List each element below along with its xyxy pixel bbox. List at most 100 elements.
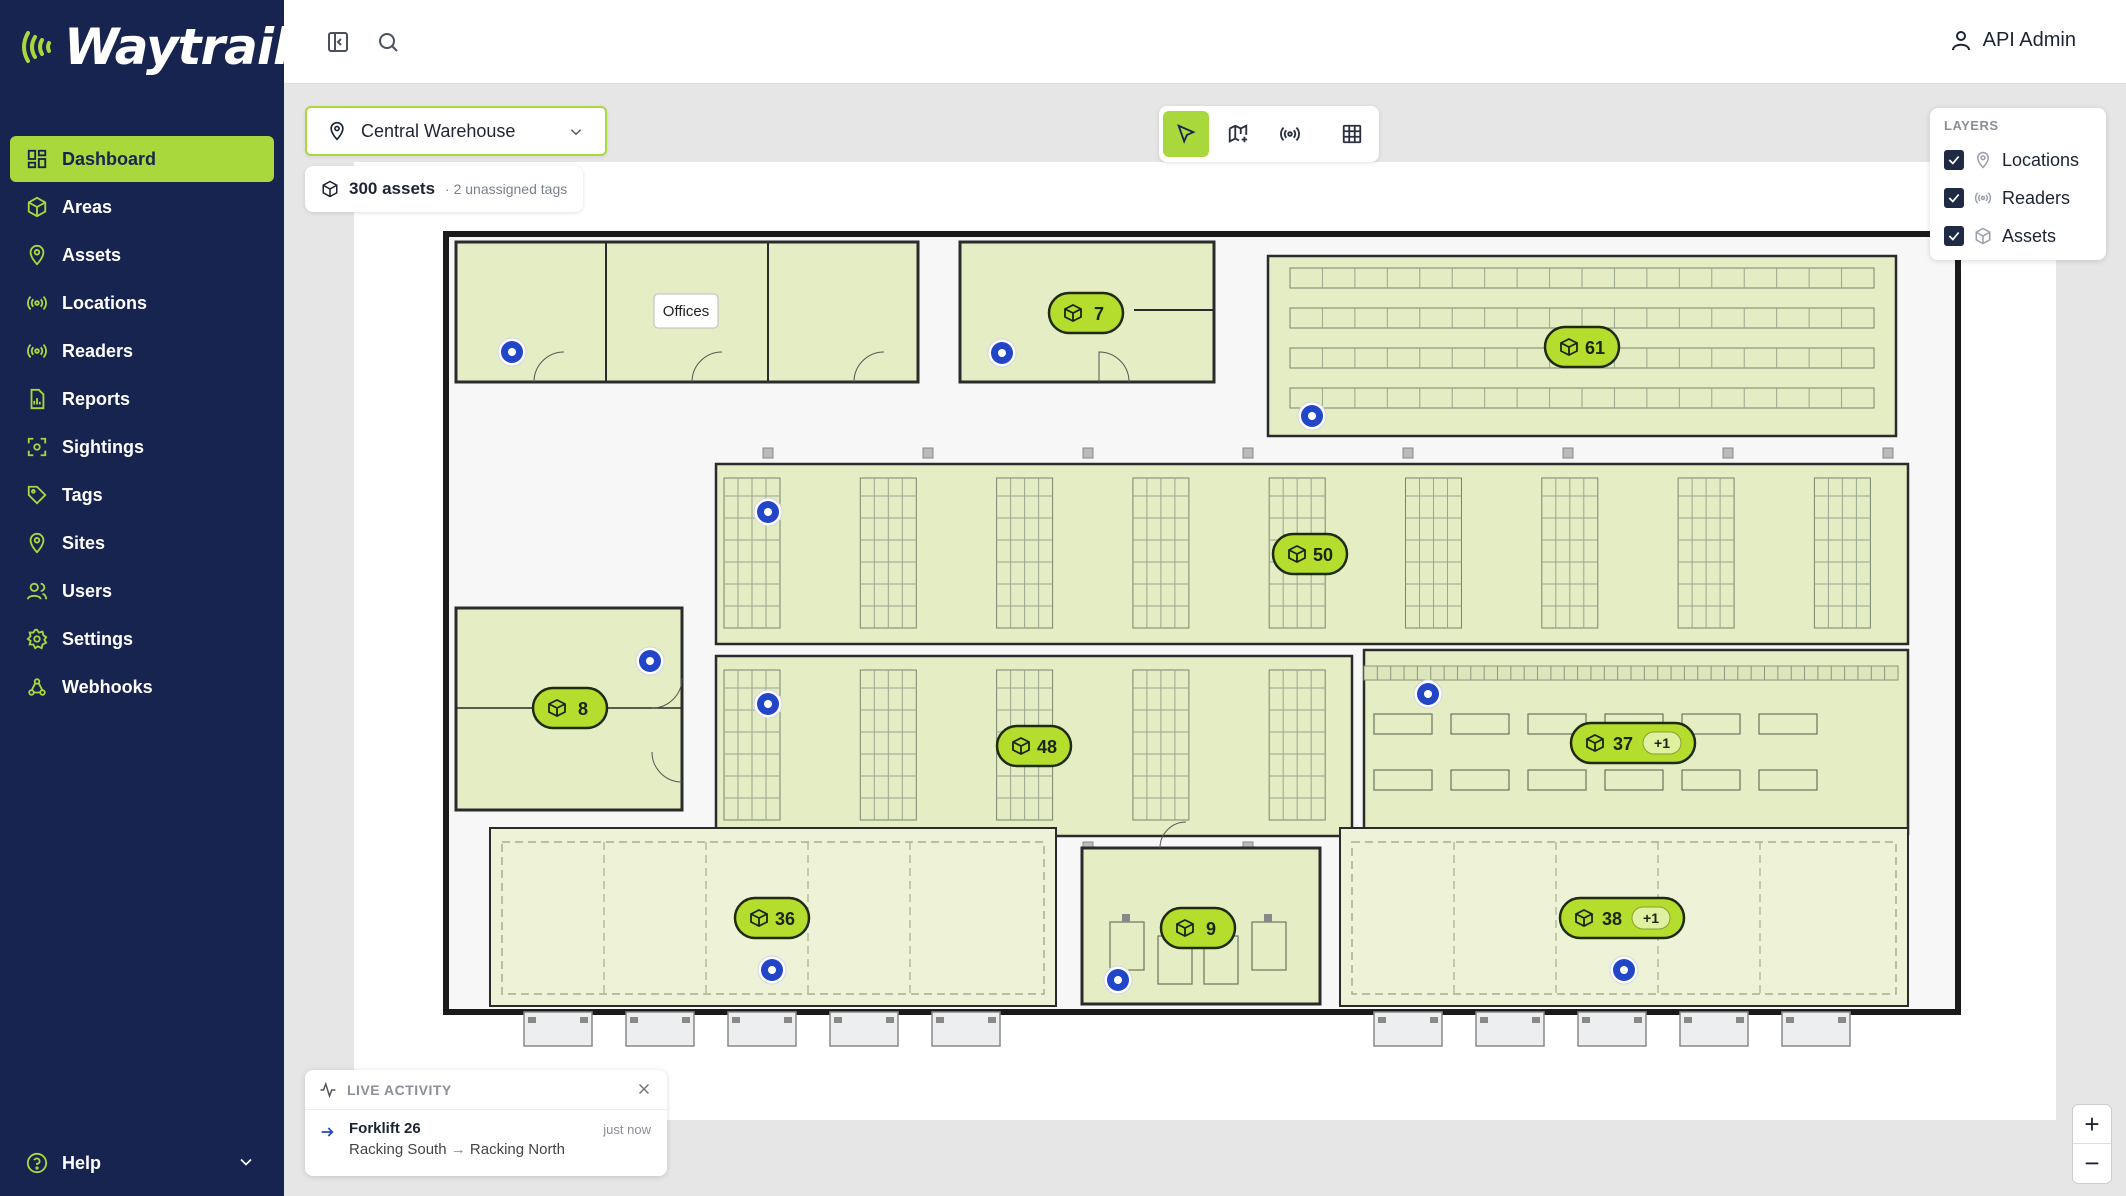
sidebar-item-label: Sites xyxy=(62,532,106,553)
reader-marker[interactable] xyxy=(987,338,1017,368)
cursor-icon xyxy=(1177,124,1196,144)
sidebar-item-label: Users xyxy=(62,580,113,601)
chevron-down-icon xyxy=(570,129,582,136)
sidebar-item-locations[interactable]: Locations xyxy=(10,280,274,326)
layer-toggle-readers[interactable]: Readers xyxy=(1944,179,2092,217)
loading-dock xyxy=(1679,1011,1749,1047)
layer-label: Assets xyxy=(2002,225,2057,246)
readers-tool-button[interactable] xyxy=(1267,111,1313,157)
webhook-icon xyxy=(28,678,46,696)
floor-plan[interactable]: Offices 76150848 37 +136 9 38 +1 xyxy=(354,160,1984,1060)
asset-cluster-8[interactable]: 8 xyxy=(531,686,609,730)
help-menu[interactable]: Help xyxy=(10,1140,274,1186)
sidebar-item-label: Tags xyxy=(62,484,103,505)
reader-marker[interactable] xyxy=(1413,679,1443,709)
site-name: Central Warehouse xyxy=(361,120,516,141)
loading-docks xyxy=(523,1011,1851,1047)
sidebar-toggle-icon[interactable] xyxy=(322,26,354,58)
sidebar-item-users[interactable]: Users xyxy=(10,568,274,614)
user-name: API Admin xyxy=(1982,28,2076,51)
sidebar-item-areas[interactable]: Areas xyxy=(10,184,274,230)
checkbox-checked[interactable] xyxy=(1944,188,1964,208)
checkbox-checked[interactable] xyxy=(1944,226,1964,246)
loading-dock xyxy=(829,1011,899,1047)
zoom-in-button[interactable]: + xyxy=(2073,1105,2111,1144)
asset-cluster-61[interactable]: 61 xyxy=(1543,325,1621,369)
rack-vertical xyxy=(996,477,1054,629)
reader-marker[interactable] xyxy=(1103,965,1133,995)
asset-cluster-38[interactable]: 38 +1 xyxy=(1558,896,1686,940)
asset-count-badge[interactable]: 300 assets · 2 unassigned tags xyxy=(305,166,584,212)
reader-marker[interactable] xyxy=(497,337,527,367)
grid-tool-button[interactable] xyxy=(1329,111,1375,157)
sidebar-item-assets[interactable]: Assets xyxy=(10,232,274,278)
cluster-count: 7 xyxy=(1094,304,1104,324)
asset-cluster-50[interactable]: 50 xyxy=(1271,532,1349,576)
layer-toggle-assets[interactable]: Assets xyxy=(1944,217,2092,255)
reader-marker[interactable] xyxy=(753,689,783,719)
checkbox-checked[interactable] xyxy=(1944,150,1964,170)
rack-horizontal xyxy=(1289,307,1875,329)
sidebar-item-sites[interactable]: Sites xyxy=(10,520,274,566)
cluster-extra: +1 xyxy=(1654,735,1670,751)
cluster-count: 9 xyxy=(1206,919,1216,939)
sidebar-item-reports[interactable]: Reports xyxy=(10,376,274,422)
pillar-marker xyxy=(922,447,934,459)
pillar-marker xyxy=(1562,447,1574,459)
sidebar-item-label: Settings xyxy=(62,628,134,649)
sidebar-item-readers[interactable]: Readers xyxy=(10,328,274,374)
pillar-marker xyxy=(762,447,774,459)
sidebar-item-dashboard[interactable]: Dashboard xyxy=(10,136,274,182)
top-bar: API Admin xyxy=(284,0,2126,84)
rack-vertical xyxy=(1268,669,1326,821)
grid-icon xyxy=(1342,124,1362,144)
cluster-count: 48 xyxy=(1037,737,1057,757)
layer-toggle-locations[interactable]: Locations xyxy=(1944,141,2092,179)
sidebar-item-label: Reports xyxy=(62,388,131,409)
sidebar-item-tags[interactable]: Tags xyxy=(10,472,274,518)
target-icon xyxy=(27,437,47,457)
reader-marker[interactable] xyxy=(757,955,787,985)
user-menu[interactable]: API Admin xyxy=(1949,28,2076,52)
broadcast-icon xyxy=(27,295,47,311)
map-pin-icon xyxy=(330,121,344,141)
select-tool-button[interactable] xyxy=(1163,111,1209,157)
zoom-out-button[interactable]: − xyxy=(2073,1144,2111,1183)
asset-cluster-9[interactable]: 9 xyxy=(1159,906,1237,950)
brand-logo[interactable]: Waytrail xyxy=(18,18,290,76)
sidebar-item-sightings[interactable]: Sightings xyxy=(10,424,274,470)
asset-cluster-7[interactable]: 7 xyxy=(1047,291,1125,335)
layer-label: Locations xyxy=(2002,149,2080,170)
broadcast-icon xyxy=(1974,192,1992,204)
pillar-marker xyxy=(1722,447,1734,459)
map-edit-tool-button[interactable] xyxy=(1215,111,1261,157)
unassigned-tags: · 2 unassigned tags xyxy=(445,181,568,197)
activity-item[interactable]: Forklift 26 Racking South → Racking Nort… xyxy=(305,1110,667,1158)
cluster-extra: +1 xyxy=(1643,910,1659,926)
reader-marker[interactable] xyxy=(635,646,665,676)
asset-cluster-37[interactable]: 37 +1 xyxy=(1569,721,1697,765)
sidebar-item-settings[interactable]: Settings xyxy=(10,616,274,662)
reader-marker[interactable] xyxy=(753,497,783,527)
sidebar-item-label: Assets xyxy=(62,244,122,265)
sidebar-item-label: Sightings xyxy=(62,436,144,457)
reader-marker[interactable] xyxy=(1297,401,1327,431)
layers-title: LAYERS xyxy=(1944,118,1999,133)
close-icon[interactable] xyxy=(635,1080,653,1098)
sidebar-item-webhooks[interactable]: Webhooks xyxy=(10,664,274,710)
cube-icon xyxy=(27,196,47,218)
waytrail-logo-icon xyxy=(22,31,51,63)
zone-offices-label: Offices xyxy=(653,293,719,329)
search-icon[interactable] xyxy=(372,26,404,58)
activity-time: just now xyxy=(603,1122,651,1137)
rack-vertical xyxy=(1132,669,1190,821)
packing-table xyxy=(1373,769,1433,791)
pillar-marker xyxy=(1082,447,1094,459)
packing-table xyxy=(1527,769,1587,791)
site-selector[interactable]: Central Warehouse xyxy=(305,106,607,156)
reader-marker[interactable] xyxy=(1609,955,1639,985)
activity-to: Racking North xyxy=(469,1141,565,1158)
asset-cluster-48[interactable]: 48 xyxy=(995,724,1073,768)
activity-arrow: → xyxy=(450,1141,466,1158)
asset-cluster-36[interactable]: 36 xyxy=(733,896,811,940)
